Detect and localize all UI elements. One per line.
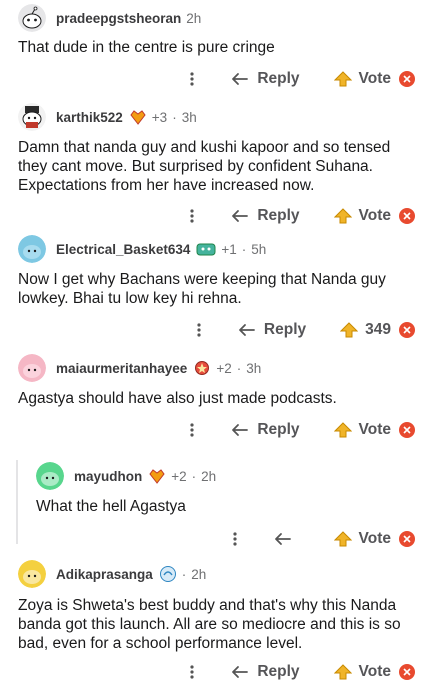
upvote-icon — [333, 531, 352, 547]
downvote-icon[interactable] — [399, 208, 415, 224]
award-count: +1 — [221, 241, 237, 257]
upvote-button[interactable]: Vote — [333, 207, 391, 225]
comment-body: That dude in the centre is pure cringe — [18, 39, 275, 56]
comment-actions: Reply Vote — [179, 66, 415, 92]
upvote-button[interactable]: Vote — [333, 421, 391, 439]
flair-icon — [159, 565, 177, 583]
username[interactable]: Electrical_Basket634 — [56, 242, 190, 257]
reply-label: Reply — [257, 70, 300, 87]
comment-body: Zoya is Shweta's best buddy and that's w… — [18, 597, 401, 652]
reply-button[interactable]: Reply — [231, 421, 300, 439]
award-count: +2 — [171, 468, 187, 484]
timestamp: 2h — [186, 10, 202, 26]
more-options-icon[interactable] — [179, 203, 205, 229]
comment-header: Adikaprasanga · 2h — [18, 560, 206, 588]
upvote-icon — [333, 208, 352, 224]
reply-button[interactable]: Reply — [238, 321, 306, 339]
reply-label: Reply — [257, 207, 300, 224]
comment-body: Now I get why Bachans were keeping that … — [18, 271, 386, 307]
award-count: +3 — [151, 109, 168, 125]
username[interactable]: mayudhon — [74, 469, 142, 484]
flair-icon — [196, 241, 216, 257]
comment-header: karthik522 +3 · 3h — [18, 103, 197, 131]
comment-body: Agastya should have also just made podca… — [18, 390, 337, 407]
reply-icon — [232, 73, 249, 85]
reply-button[interactable]: Reply — [231, 207, 300, 225]
upvote-button[interactable]: Vote — [333, 530, 391, 548]
upvote-button[interactable]: Vote — [333, 663, 391, 681]
downvote-icon[interactable] — [399, 422, 415, 438]
upvote-button[interactable]: 349 — [340, 321, 391, 339]
comment-actions: Reply 349 — [186, 317, 415, 343]
comment-header: maiaurmeritanhayee +2 · 3h — [18, 354, 261, 382]
upvote-icon — [333, 422, 352, 438]
downvote-icon[interactable] — [399, 664, 415, 680]
comment-header: mayudhon +2 · 2h — [36, 462, 216, 490]
reply-icon — [239, 324, 255, 336]
more-options-icon[interactable] — [222, 526, 248, 552]
timestamp: 5h — [251, 241, 267, 257]
vote-count: Vote — [358, 70, 391, 87]
timestamp: 2h — [201, 468, 217, 484]
flair-icon — [129, 109, 147, 125]
thread-line[interactable] — [16, 460, 18, 544]
upvote-button[interactable]: Vote — [333, 70, 391, 88]
comment-actions: Reply Vote — [179, 417, 415, 443]
flair-icon — [193, 360, 211, 376]
upvote-icon — [333, 664, 352, 680]
vote-count: Vote — [358, 207, 391, 224]
reply-button[interactable]: Reply — [231, 663, 300, 681]
avatar[interactable] — [18, 235, 46, 263]
avatar[interactable] — [36, 462, 64, 490]
avatar[interactable] — [18, 354, 46, 382]
downvote-icon[interactable] — [399, 531, 415, 547]
reply-button[interactable]: Reply — [231, 70, 300, 88]
vote-count: Vote — [358, 421, 391, 438]
separator-dot: · — [241, 241, 247, 257]
comment-body: What the hell Agastya — [36, 498, 186, 515]
username[interactable]: karthik522 — [56, 110, 123, 125]
reply-label: Reply — [263, 321, 307, 338]
reply-label: Reply — [257, 421, 300, 438]
separator-dot: · — [236, 360, 242, 376]
vote-count: Vote — [358, 663, 391, 680]
reply-icon — [232, 666, 249, 678]
more-options-icon[interactable] — [186, 317, 212, 343]
reply-icon — [274, 533, 291, 545]
more-options-icon[interactable] — [179, 417, 205, 443]
timestamp: 3h — [181, 109, 197, 125]
username[interactable]: pradeepgstsheoran — [56, 11, 181, 26]
more-options-icon[interactable] — [179, 659, 205, 685]
separator-dot: · — [181, 566, 187, 582]
separator-dot: · — [191, 468, 197, 484]
comment-actions: Reply Vote — [179, 659, 415, 685]
username[interactable]: maiaurmeritanhayee — [56, 361, 187, 376]
vote-count: Vote — [358, 530, 391, 547]
reply-button[interactable] — [274, 532, 300, 546]
comment-actions: Vote — [222, 526, 415, 552]
comment-body: Damn that nanda guy and kushi kapoor and… — [18, 139, 391, 194]
username[interactable]: Adikaprasanga — [56, 567, 153, 582]
timestamp: 3h — [246, 360, 262, 376]
downvote-icon[interactable] — [399, 71, 415, 87]
downvote-icon[interactable] — [399, 322, 415, 338]
comment-actions: Reply Vote — [179, 203, 415, 229]
comment-header: pradeepgstsheoran 2h — [18, 4, 201, 32]
vote-count: 349 — [365, 321, 391, 338]
award-count: +2 — [216, 360, 232, 376]
timestamp: 2h — [191, 566, 207, 582]
avatar[interactable] — [18, 4, 46, 32]
flair-icon — [148, 468, 166, 484]
separator-dot: · — [172, 109, 177, 125]
avatar[interactable] — [18, 103, 46, 131]
upvote-icon — [340, 322, 359, 338]
reply-label: Reply — [257, 663, 300, 680]
avatar[interactable] — [18, 560, 46, 588]
reply-icon — [232, 424, 249, 436]
comment-header: Electrical_Basket634 +1 · 5h — [18, 235, 266, 263]
upvote-icon — [333, 71, 352, 87]
more-options-icon[interactable] — [179, 66, 205, 92]
reply-icon — [232, 210, 249, 222]
